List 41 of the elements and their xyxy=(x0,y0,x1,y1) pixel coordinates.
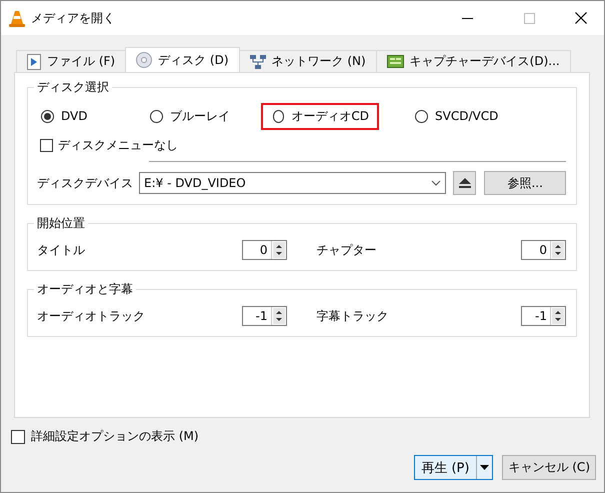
checkbox[interactable] xyxy=(40,138,53,152)
checkbox-label[interactable]: ディスクメニューなし xyxy=(58,136,178,154)
radio-dot[interactable] xyxy=(150,110,163,122)
field-label: ディスクデバイス xyxy=(37,174,133,192)
close-icon[interactable] xyxy=(575,12,587,24)
file-icon xyxy=(27,54,41,70)
cancel-button[interactable]: キャンセル (C) xyxy=(502,455,596,480)
radio-option[interactable]: SVCD/VCD xyxy=(403,104,508,128)
field-label: 字幕トラック xyxy=(316,308,388,324)
network-icon xyxy=(250,54,266,68)
radio-option[interactable]: オーディオCD xyxy=(261,102,379,130)
spin-box[interactable]: 0 xyxy=(521,240,566,260)
spin-box[interactable]: -1 xyxy=(242,306,286,326)
field-label: チャプター xyxy=(316,242,376,258)
radio-dot[interactable] xyxy=(273,110,284,122)
traffic-cone-icon xyxy=(9,10,25,26)
eject-icon xyxy=(458,177,472,189)
field-label: タイトル xyxy=(37,242,85,258)
maximize-icon xyxy=(524,12,534,24)
window-title: メディアを開く xyxy=(31,10,115,26)
disc-icon xyxy=(136,52,152,68)
tab[interactable]: ディスク (D) xyxy=(125,47,240,72)
radio-dot[interactable] xyxy=(41,110,54,122)
play-button[interactable]: 再生 (P) xyxy=(414,455,494,480)
eject-button[interactable] xyxy=(453,171,476,195)
group-title: 開始位置 xyxy=(34,215,88,232)
group-title: オーディオと字幕 xyxy=(34,281,136,298)
group-title: ディスク選択 xyxy=(34,79,112,96)
browse-button[interactable]: 参照... xyxy=(484,171,566,195)
radio-dot[interactable] xyxy=(415,110,428,122)
field-label: オーディオトラック xyxy=(37,308,145,324)
caret-icon[interactable] xyxy=(480,465,490,470)
spin-box[interactable]: -1 xyxy=(521,306,566,326)
tab[interactable]: ネットワーク (N) xyxy=(238,50,377,72)
capture-card-icon xyxy=(386,55,404,68)
tab[interactable]: キャプチャーデバイス(D)... xyxy=(376,50,571,72)
spin-box[interactable]: 0 xyxy=(242,240,286,260)
checkbox[interactable] xyxy=(11,430,25,444)
device-dropdown[interactable]: E:¥ - DVD_VIDEO xyxy=(139,172,446,194)
checkbox-label[interactable]: 詳細設定オプションの表示 (M) xyxy=(31,428,199,445)
tab[interactable]: ファイル (F) xyxy=(16,50,126,72)
